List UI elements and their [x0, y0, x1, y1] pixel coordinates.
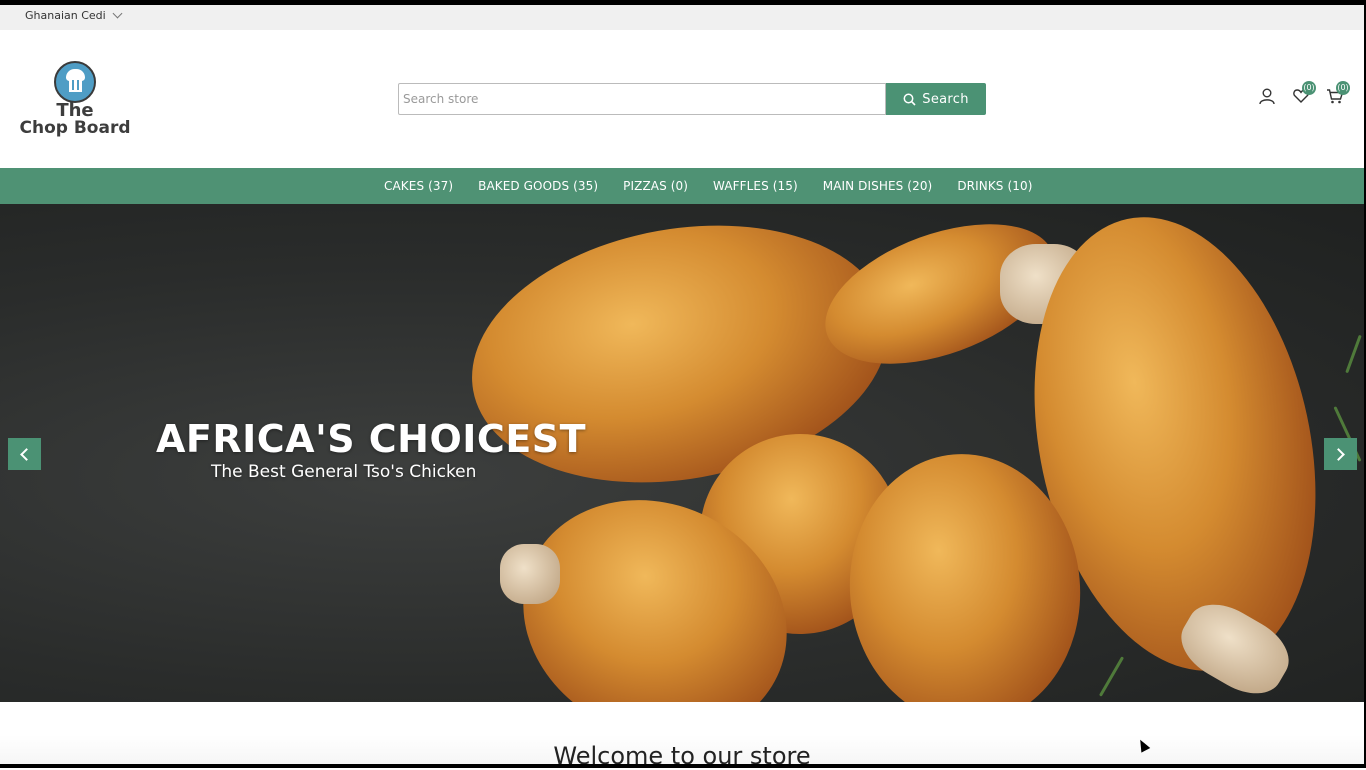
nav-item-main-dishes[interactable]: MAIN DISHES (20) [823, 179, 933, 193]
user-icon[interactable] [1258, 87, 1276, 105]
hero-subtitle: The Best General Tso's Chicken [211, 462, 477, 482]
search-button-label: Search [922, 91, 969, 107]
slider-prev-button[interactable] [8, 438, 41, 470]
chef-hat-icon [54, 61, 96, 103]
window-frame-bottom [0, 764, 1366, 768]
chevron-left-icon [20, 447, 33, 461]
search-icon [903, 93, 916, 106]
logo-text-line2: Chop Board [19, 118, 131, 138]
store-logo[interactable]: The Chop Board [17, 61, 133, 141]
wishlist-count-badge: (0) [1302, 81, 1316, 95]
nav-item-waffles[interactable]: WAFFLES (15) [713, 179, 798, 193]
hero-slider[interactable]: AFRICA'S CHOICEST The Best General Tso's… [0, 204, 1364, 702]
hero-title: AFRICA'S CHOICEST [156, 417, 587, 461]
chevron-right-icon [1332, 447, 1345, 461]
category-nav: CAKES (37) BAKED GOODS (35) PIZZAS (0) W… [0, 168, 1364, 204]
currency-label: Ghanaian Cedi [25, 9, 106, 22]
site-header: The Chop Board Search (0) (0) [0, 30, 1364, 168]
nav-item-baked-goods[interactable]: BAKED GOODS (35) [478, 179, 598, 193]
cart-count-badge: (0) [1336, 81, 1350, 95]
top-bar: Ghanaian Cedi [0, 5, 1364, 31]
nav-item-pizzas[interactable]: PIZZAS (0) [623, 179, 688, 193]
search-button[interactable]: Search [886, 83, 986, 115]
slider-next-button[interactable] [1324, 438, 1357, 470]
chevron-down-icon [112, 8, 123, 19]
nav-item-cakes[interactable]: CAKES (37) [384, 179, 453, 193]
currency-selector[interactable]: Ghanaian Cedi [25, 8, 123, 22]
nav-item-drinks[interactable]: DRINKS (10) [957, 179, 1032, 193]
search-input[interactable] [398, 83, 886, 115]
